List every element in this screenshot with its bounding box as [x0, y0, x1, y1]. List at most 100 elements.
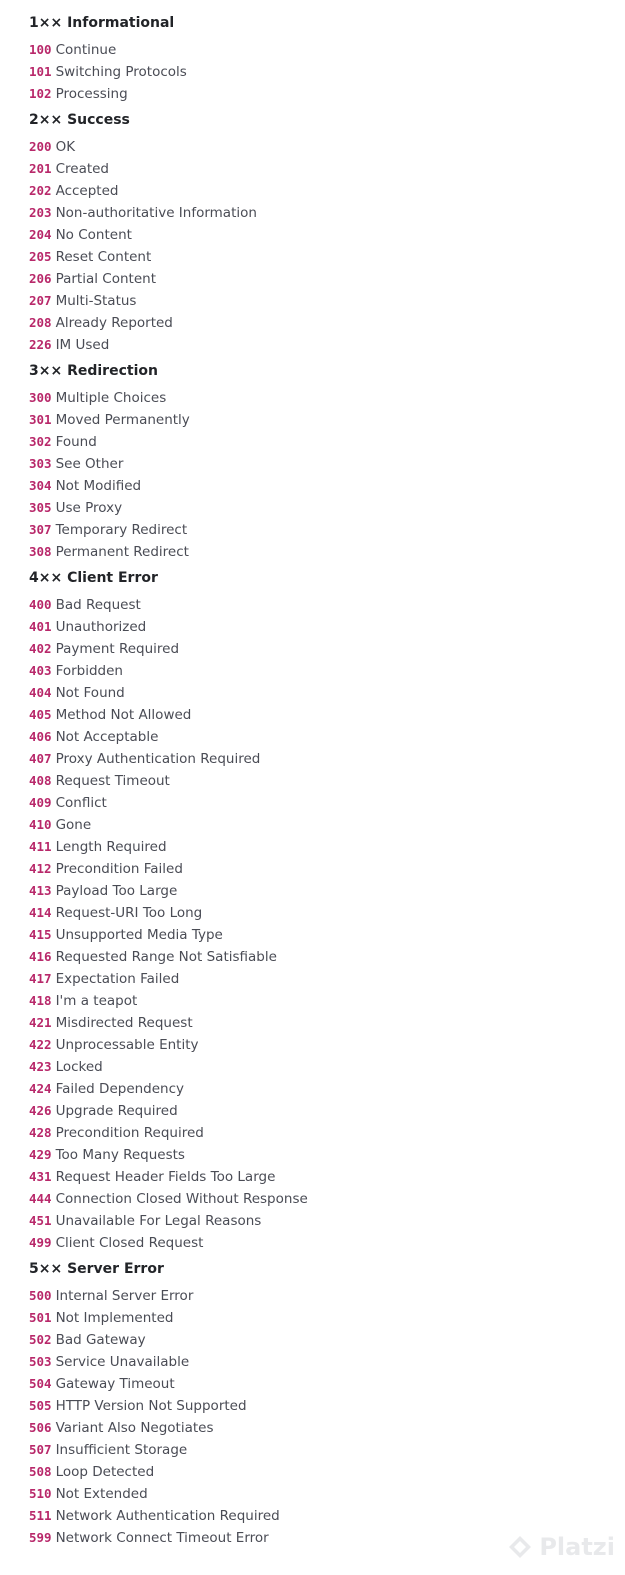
- status-code-row: 506 Variant Also Negotiates: [29, 1417, 609, 1439]
- status-group: 3×× Redirection 300 Multiple Choices 301 Mov…: [29, 361, 609, 563]
- status-code: 102: [29, 86, 52, 101]
- status-label: Expectation Failed: [55, 971, 180, 987]
- status-label: Unprocessable Entity: [55, 1037, 199, 1053]
- status-label: No Content: [55, 227, 132, 243]
- status-code: 304: [29, 478, 52, 493]
- status-code: 499: [29, 1235, 52, 1250]
- status-code-row: 413 Payload Too Large: [29, 880, 609, 902]
- status-code-row: 404 Not Found: [29, 682, 609, 704]
- status-label: Partial Content: [55, 271, 156, 287]
- status-code-row: 301 Moved Permanently: [29, 409, 609, 431]
- status-label: Not Extended: [55, 1486, 148, 1502]
- status-label: Created: [55, 161, 110, 177]
- status-code: 405: [29, 707, 52, 722]
- status-label: See Other: [55, 456, 124, 472]
- status-code-row: 422 Unprocessable Entity: [29, 1034, 609, 1056]
- status-code: 100: [29, 42, 52, 57]
- status-code: 413: [29, 883, 52, 898]
- status-label: Client Closed Request: [55, 1235, 204, 1251]
- status-code: 424: [29, 1081, 52, 1096]
- status-code-row: 415 Unsupported Media Type: [29, 924, 609, 946]
- status-code-row: 308 Permanent Redirect: [29, 541, 609, 563]
- status-code-row: 409 Conflict: [29, 792, 609, 814]
- status-code-row: 501 Not Implemented: [29, 1307, 609, 1329]
- status-label: Multiple Choices: [55, 390, 167, 406]
- status-code-row: 510 Not Extended: [29, 1483, 609, 1505]
- status-code: 507: [29, 1442, 52, 1457]
- status-code-row: 421 Misdirected Request: [29, 1012, 609, 1034]
- status-label: Upgrade Required: [55, 1103, 178, 1119]
- status-code-row: 408 Request Timeout: [29, 770, 609, 792]
- status-label: Unauthorized: [55, 619, 147, 635]
- status-code-row: 426 Upgrade Required: [29, 1100, 609, 1122]
- status-label: Bad Request: [55, 597, 141, 613]
- status-code-row: 226 IM Used: [29, 334, 609, 356]
- group-heading: 4×× Client Error: [29, 570, 158, 586]
- status-code: 300: [29, 390, 52, 405]
- status-label: Network Connect Timeout Error: [55, 1530, 269, 1546]
- status-label: Not Acceptable: [55, 729, 159, 745]
- status-code: 401: [29, 619, 52, 634]
- status-code-row: 403 Forbidden: [29, 660, 609, 682]
- status-code: 416: [29, 949, 52, 964]
- status-label: Request Timeout: [55, 773, 170, 789]
- status-code: 205: [29, 249, 52, 264]
- status-label: Forbidden: [55, 663, 123, 679]
- status-label: Non-authoritative Information: [55, 205, 257, 221]
- status-code-row: 428 Precondition Required: [29, 1122, 609, 1144]
- status-label: Moved Permanently: [55, 412, 190, 428]
- status-label: Conflict: [55, 795, 107, 811]
- status-code-row: 307 Temporary Redirect: [29, 519, 609, 541]
- status-label: Bad Gateway: [55, 1332, 146, 1348]
- status-code-row: 205 Reset Content: [29, 246, 609, 268]
- status-code: 422: [29, 1037, 52, 1052]
- status-label: Method Not Allowed: [55, 707, 192, 723]
- status-label: Accepted: [55, 183, 119, 199]
- status-code-row: 414 Request-URI Too Long: [29, 902, 609, 924]
- status-code: 407: [29, 751, 52, 766]
- status-code-row: 499 Client Closed Request: [29, 1232, 609, 1254]
- status-code-row: 202 Accepted: [29, 180, 609, 202]
- status-code-row: 405 Method Not Allowed: [29, 704, 609, 726]
- status-code: 203: [29, 205, 52, 220]
- status-code-row: 406 Not Acceptable: [29, 726, 609, 748]
- status-code-row: 203 Non-authoritative Information: [29, 202, 609, 224]
- status-code: 207: [29, 293, 52, 308]
- status-label: Found: [55, 434, 97, 450]
- status-code-row: 416 Requested Range Not Satisfiable: [29, 946, 609, 968]
- status-code: 451: [29, 1213, 52, 1228]
- status-code: 431: [29, 1169, 52, 1184]
- status-label: Not Found: [55, 685, 125, 701]
- status-code: 101: [29, 64, 52, 79]
- status-label: Temporary Redirect: [55, 522, 188, 538]
- status-code: 410: [29, 817, 52, 832]
- status-code: 412: [29, 861, 52, 876]
- status-code-row: 401 Unauthorized: [29, 616, 609, 638]
- status-code-row: 303 See Other: [29, 453, 609, 475]
- status-code: 204: [29, 227, 52, 242]
- status-code-row: 451 Unavailable For Legal Reasons: [29, 1210, 609, 1232]
- status-code-row: 507 Insufficient Storage: [29, 1439, 609, 1461]
- status-code-row: 504 Gateway Timeout: [29, 1373, 609, 1395]
- status-code: 414: [29, 905, 52, 920]
- status-code: 421: [29, 1015, 52, 1030]
- status-code: 504: [29, 1376, 52, 1391]
- status-code-row: 503 Service Unavailable: [29, 1351, 609, 1373]
- status-code: 417: [29, 971, 52, 986]
- status-group: 5×× Server Error 500 Internal Server Error…: [29, 1259, 609, 1549]
- status-label: Gateway Timeout: [55, 1376, 175, 1392]
- status-code-row: 400 Bad Request: [29, 594, 609, 616]
- status-label: Internal Server Error: [55, 1288, 194, 1304]
- status-code-row: 502 Bad Gateway: [29, 1329, 609, 1351]
- status-code: 404: [29, 685, 52, 700]
- status-code: 403: [29, 663, 52, 678]
- status-code-row: 418 I'm a teapot: [29, 990, 609, 1012]
- status-code: 202: [29, 183, 52, 198]
- status-code-row: 304 Not Modified: [29, 475, 609, 497]
- status-group: 1×× Informational 100 Continue 101 Switching…: [29, 13, 609, 105]
- status-code-row: 411 Length Required: [29, 836, 609, 858]
- status-code: 406: [29, 729, 52, 744]
- status-code-row: 505 HTTP Version Not Supported: [29, 1395, 609, 1417]
- status-code: 301: [29, 412, 52, 427]
- status-code-row: 200 OK: [29, 136, 609, 158]
